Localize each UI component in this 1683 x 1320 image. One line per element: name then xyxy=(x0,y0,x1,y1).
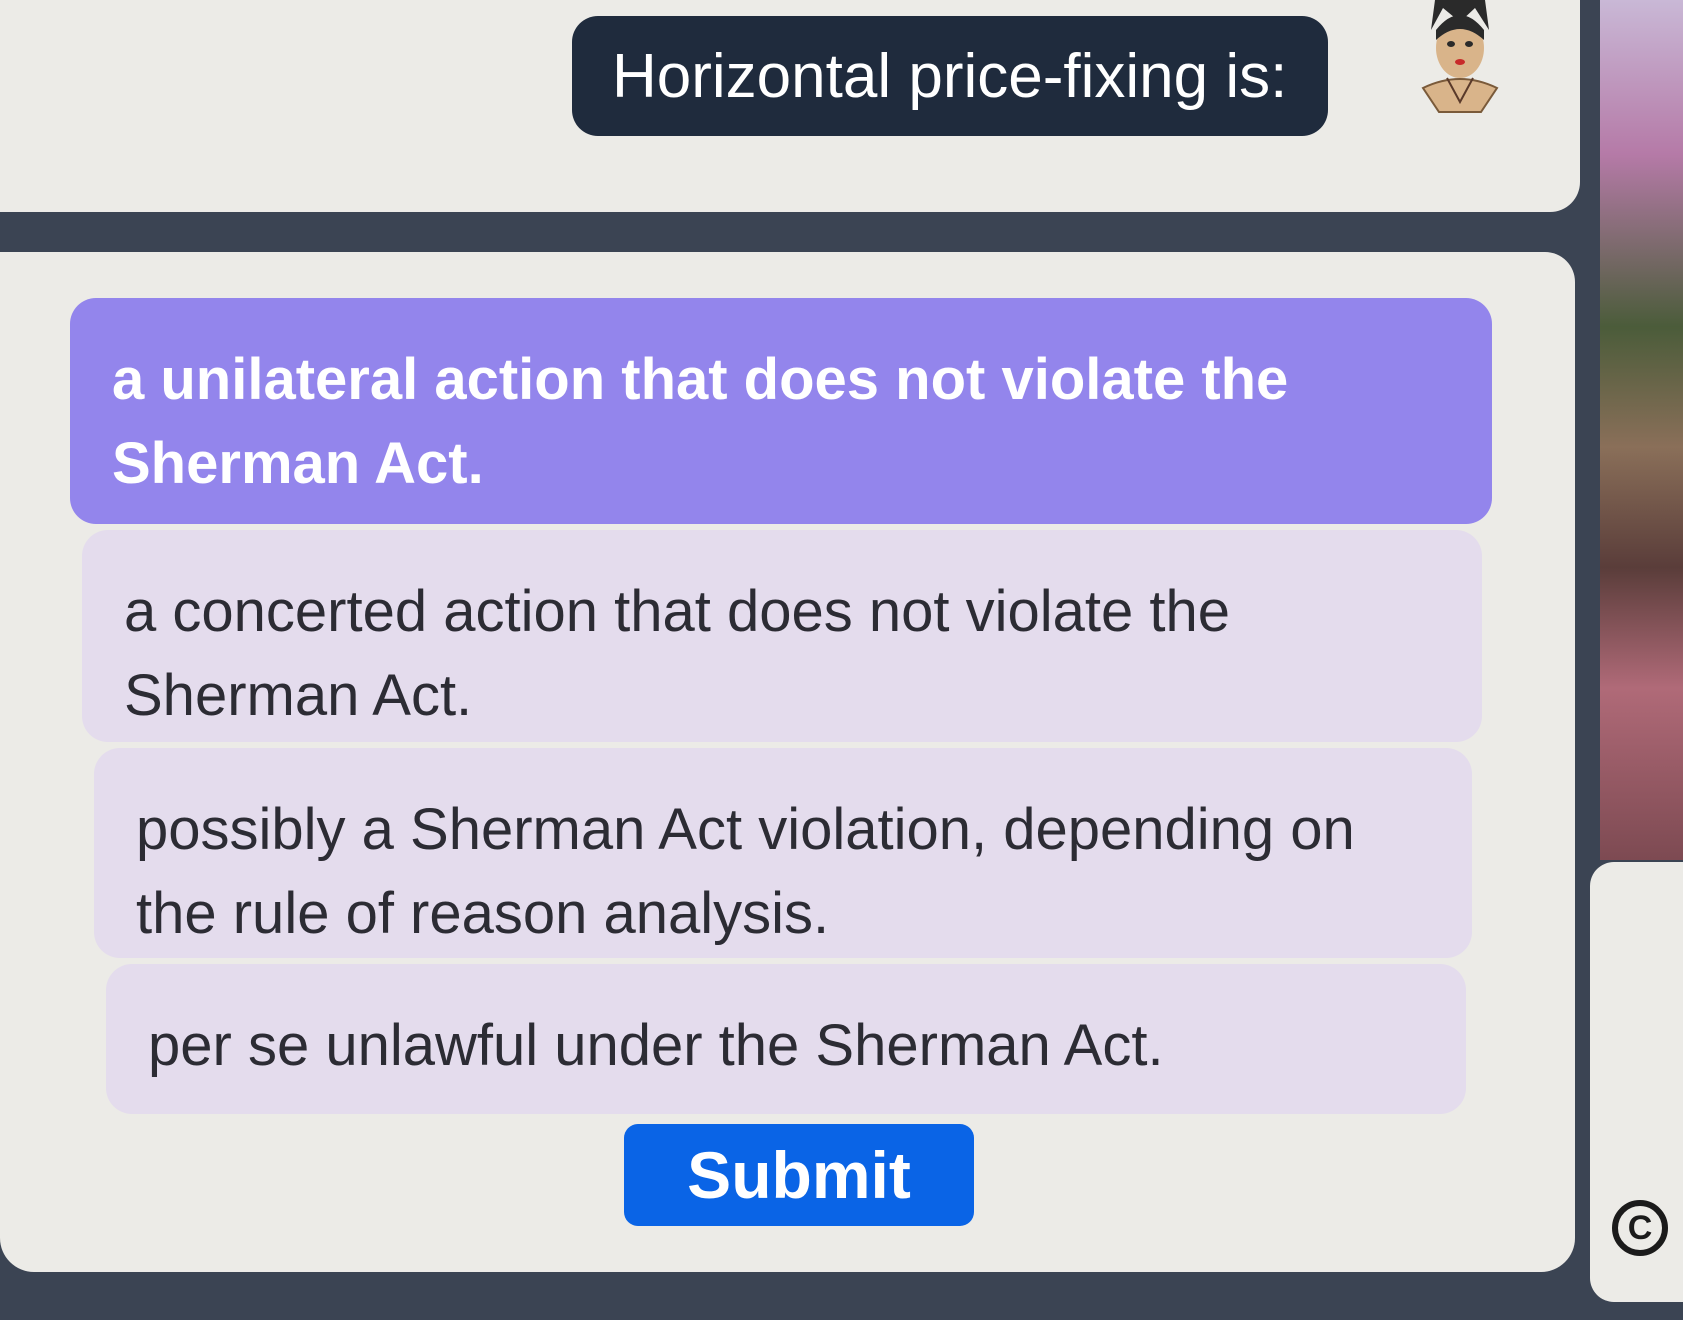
submit-button[interactable]: Submit xyxy=(624,1124,974,1226)
answer-option-4[interactable]: per se unlawful under the Sherman Act. xyxy=(106,964,1466,1114)
answer-option-label: a unilateral action that does not violat… xyxy=(112,347,1289,496)
avatar-icon xyxy=(1405,0,1515,115)
question-panel: Horizontal price-fixing is: xyxy=(0,0,1580,212)
question-bubble: Horizontal price-fixing is: xyxy=(572,16,1328,136)
question-text: Horizontal price-fixing is: xyxy=(612,41,1288,111)
copyright-icon: C xyxy=(1612,1200,1668,1256)
answer-option-label: per se unlawful under the Sherman Act. xyxy=(148,1013,1164,1078)
answer-option-label: a concerted action that does not violate… xyxy=(124,579,1230,728)
answer-options: a unilateral action that does not violat… xyxy=(70,298,1492,1120)
background-photo-strip xyxy=(1600,0,1683,860)
answer-option-label: possibly a Sherman Act violation, depend… xyxy=(136,797,1355,946)
answer-option-2[interactable]: a concerted action that does not violate… xyxy=(82,530,1482,742)
answer-option-3[interactable]: possibly a Sherman Act violation, depend… xyxy=(94,748,1472,958)
answer-option-1[interactable]: a unilateral action that does not violat… xyxy=(70,298,1492,524)
